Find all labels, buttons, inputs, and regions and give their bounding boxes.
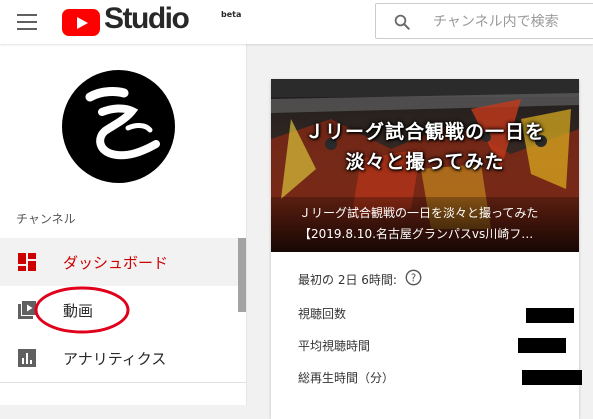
sidebar-item-videos[interactable]: 動画 (0, 286, 238, 334)
redacted-value (522, 370, 582, 385)
sidebar: チャンネル ダッシュボード 動画 アナリティクス (0, 44, 247, 405)
stat-label-avg-view-duration: 平均視聴時間 (298, 339, 371, 353)
search-input[interactable] (431, 8, 593, 36)
thumbnail-title-line: 淡々と撮ってみた (345, 151, 505, 173)
sidebar-divider (0, 382, 246, 383)
hamburger-menu-icon[interactable] (17, 14, 37, 30)
thumbnail-title-line: Ｊリーグ試合観戦の一日を (304, 121, 545, 143)
help-icon[interactable]: ? (405, 269, 422, 286)
sidebar-item-dashboard[interactable]: ダッシュボード (0, 238, 238, 286)
redacted-value (526, 308, 574, 323)
youtube-play-icon (62, 9, 100, 36)
video-thumbnail[interactable]: Ｊリーグ試合観戦の一日を 淡々と撮ってみた Ｊリーグ試合観戦の一日を淡々と撮って… (271, 79, 579, 252)
dashboard-icon (18, 253, 36, 271)
sidebar-scrollbar[interactable] (238, 238, 246, 312)
sidebar-item-label: 動画 (63, 302, 94, 320)
redacted-value (518, 338, 566, 353)
beta-badge: beta (221, 10, 242, 19)
video-title[interactable]: Ｊリーグ試合観戦の一日を淡々と撮ってみた【2019.8.10.名古屋グランパスv… (299, 203, 559, 245)
stat-label-views: 視聴回数 (298, 307, 347, 321)
search-box[interactable] (375, 3, 593, 39)
thumbnail-title-overlay: Ｊリーグ試合観戦の一日を 淡々と撮ってみた (281, 117, 569, 177)
sidebar-item-label: ダッシュボード (63, 254, 169, 272)
calligraphy-logo-icon (85, 87, 160, 160)
svg-text:?: ? (411, 273, 416, 284)
top-app-bar: Studio beta (0, 0, 593, 44)
latest-video-card: Ｊリーグ試合観戦の一日を 淡々と撮ってみた Ｊリーグ試合観戦の一日を淡々と撮って… (271, 79, 582, 419)
sidebar-item-analytics[interactable]: アナリティクス (0, 334, 238, 382)
search-icon[interactable] (393, 13, 411, 31)
sidebar-item-label: アナリティクス (63, 350, 167, 368)
video-library-icon (18, 301, 36, 319)
section-label-channel: チャンネル (16, 212, 76, 226)
stat-label-watch-time: 総再生時間（分） (298, 371, 395, 385)
logo-text: Studio (104, 2, 190, 35)
analytics-icon (18, 349, 36, 367)
channel-avatar[interactable] (62, 70, 175, 183)
stats-period-label: 最初の 2日 6時間: (298, 273, 397, 287)
